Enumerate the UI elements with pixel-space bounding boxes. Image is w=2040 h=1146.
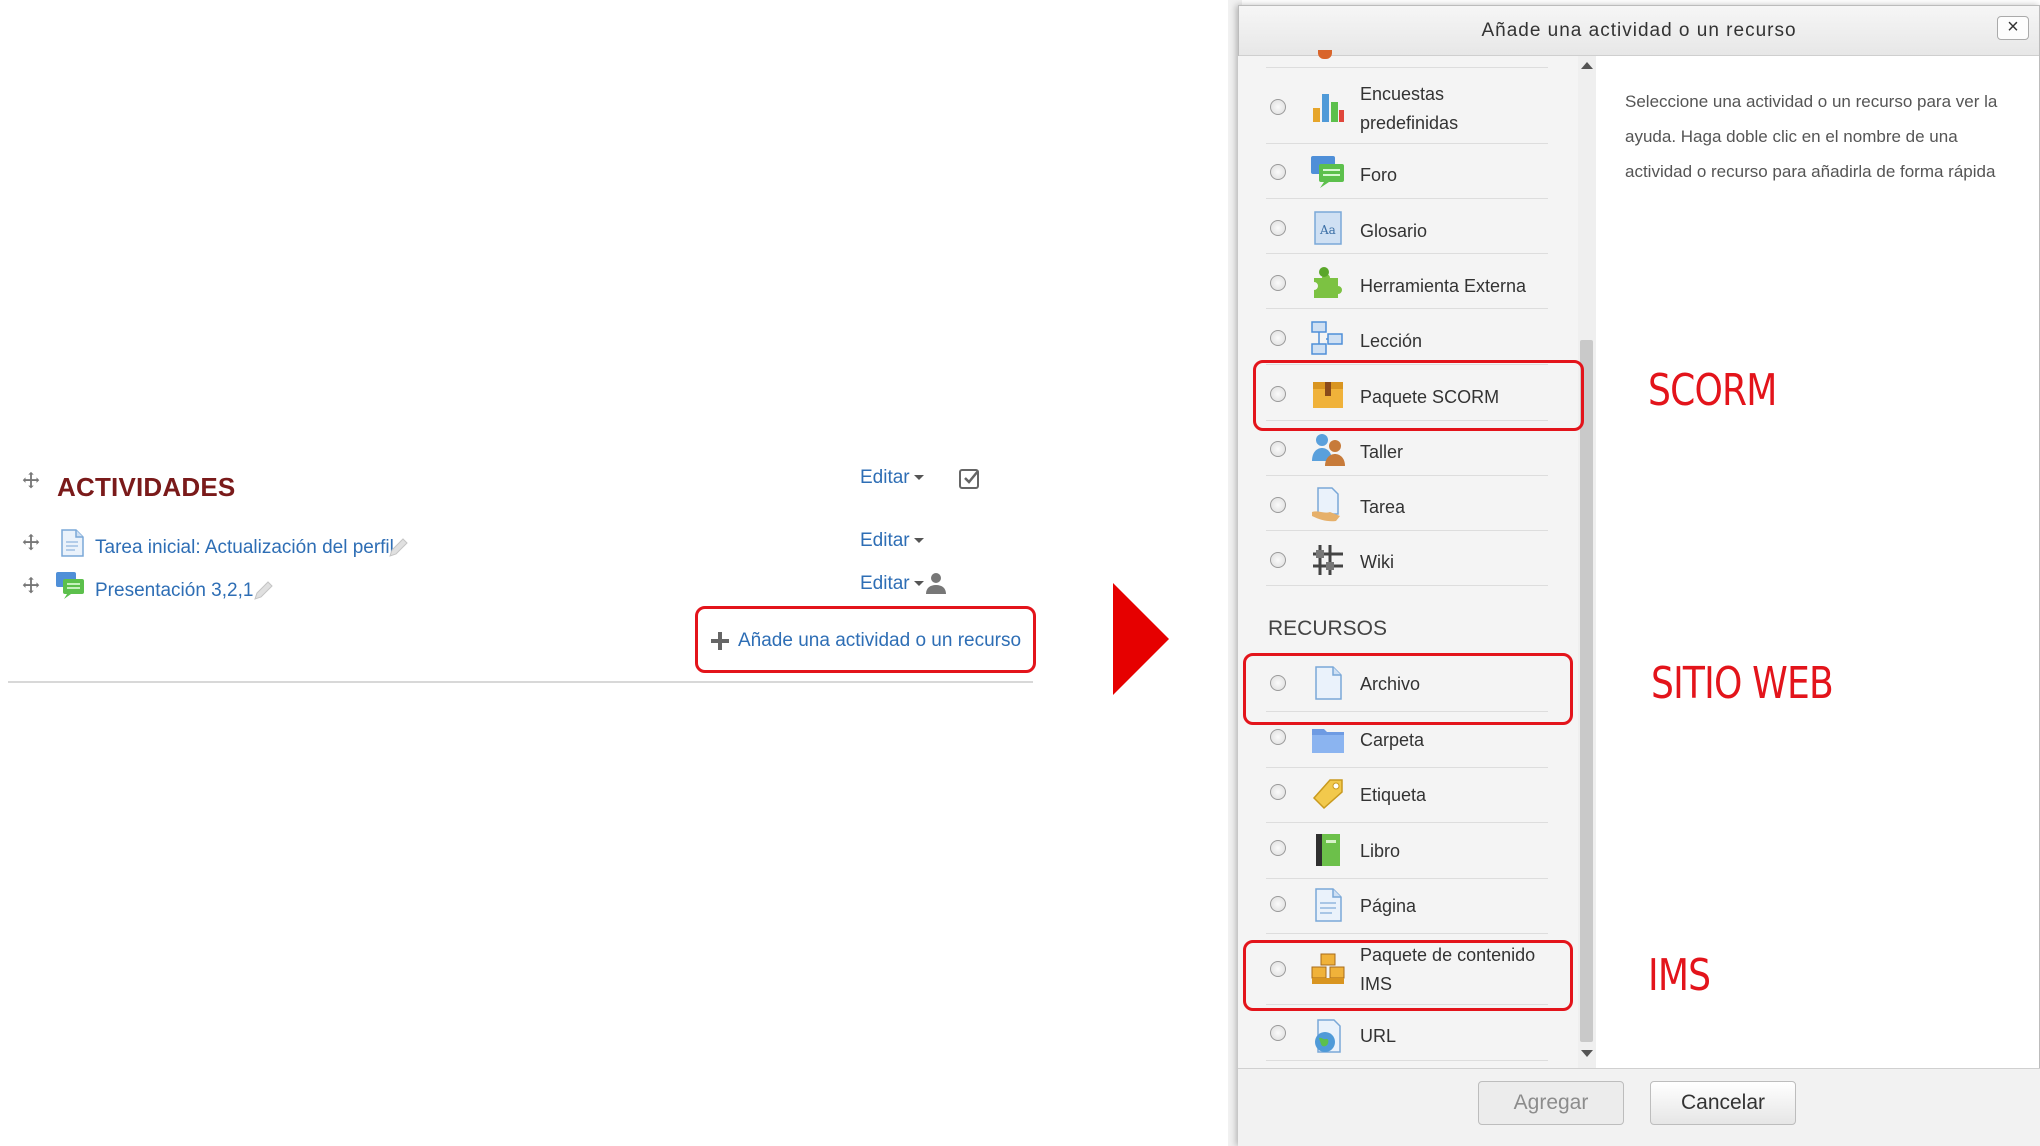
radio-url[interactable] bbox=[1270, 1025, 1286, 1041]
plus-icon bbox=[709, 630, 731, 652]
course-section: ACTIVIDADES Editar Tarea inicial: Actual… bbox=[0, 0, 1060, 1146]
chevron-down-icon bbox=[913, 475, 924, 481]
activity-edit-label: Editar bbox=[860, 573, 910, 594]
option-label: URL bbox=[1360, 1026, 1397, 1046]
right-arrow-icon bbox=[1113, 583, 1169, 695]
move-activity-icon[interactable] bbox=[20, 532, 42, 554]
forum-icon bbox=[55, 570, 85, 600]
chevron-down-icon bbox=[913, 538, 924, 544]
page-icon bbox=[1310, 887, 1346, 923]
option-url[interactable] bbox=[1266, 1005, 1548, 1061]
option-label: Libro bbox=[1360, 841, 1401, 861]
option-label: Etiqueta bbox=[1360, 785, 1427, 805]
ims-highlight bbox=[1243, 940, 1573, 1011]
option-label: Página bbox=[1360, 896, 1417, 916]
resources-heading: RECURSOS bbox=[1268, 617, 1388, 640]
option-foro[interactable] bbox=[1266, 144, 1548, 199]
list-item[interactable] bbox=[1266, 56, 1548, 68]
section-edit-label: Editar bbox=[860, 467, 910, 488]
activity-link[interactable]: Tarea inicial: Actualización del perfil bbox=[95, 537, 394, 559]
file-icon bbox=[57, 528, 87, 558]
add-button[interactable]: Agregar bbox=[1478, 1081, 1624, 1125]
option-label: Herramienta Externa bbox=[1360, 276, 1527, 296]
glossary-icon: Aa bbox=[1310, 210, 1346, 246]
scrollbar-thumb[interactable] bbox=[1580, 340, 1593, 1042]
section-title: ACTIVIDADES bbox=[57, 472, 236, 502]
radio-libro[interactable] bbox=[1270, 840, 1286, 856]
radio-wiki[interactable] bbox=[1270, 552, 1286, 568]
svg-text:Aa: Aa bbox=[1319, 223, 1336, 237]
lesson-icon bbox=[1310, 320, 1346, 356]
section-edit-menu[interactable]: Editar bbox=[860, 467, 924, 489]
scroll-down-icon[interactable] bbox=[1581, 1050, 1593, 1057]
activity-edit-label: Editar bbox=[860, 530, 910, 551]
dialog-title: Añade una actividad o un recurso bbox=[1481, 20, 1797, 41]
survey-chart-icon bbox=[1310, 88, 1346, 124]
option-tarea[interactable] bbox=[1266, 476, 1548, 531]
tag-icon bbox=[1310, 776, 1346, 812]
annotation-sitio-web: SITIO WEB bbox=[1651, 658, 1834, 709]
annotation-ims: IMS bbox=[1648, 950, 1711, 1001]
workshop-icon bbox=[1310, 431, 1346, 467]
annotation-scorm: SCORM bbox=[1648, 365, 1777, 416]
chevron-down-icon bbox=[913, 581, 924, 587]
option-label: Tarea bbox=[1360, 497, 1406, 517]
move-activity-icon[interactable] bbox=[20, 575, 42, 597]
user-icon[interactable] bbox=[924, 571, 948, 595]
radio-leccion[interactable] bbox=[1270, 330, 1286, 346]
help-text: Seleccione una actividad o un recurso pa… bbox=[1625, 92, 1998, 181]
radio-etiqueta[interactable] bbox=[1270, 784, 1286, 800]
activity-edit-menu[interactable]: Editar bbox=[860, 573, 924, 595]
dialog-footer bbox=[1238, 1068, 2040, 1146]
option-label: Encuestas predefinidas bbox=[1360, 84, 1459, 133]
option-label: Wiki bbox=[1360, 552, 1394, 572]
option-label: Foro bbox=[1360, 165, 1398, 185]
assignment-icon bbox=[1310, 486, 1346, 522]
pencil-icon[interactable] bbox=[252, 580, 274, 602]
option-label: Taller bbox=[1360, 442, 1404, 462]
activity-link[interactable]: Presentación 3,2,1 bbox=[95, 580, 253, 602]
scorm-highlight bbox=[1253, 360, 1584, 431]
radio-herramienta-externa[interactable] bbox=[1270, 275, 1286, 291]
book-icon bbox=[1310, 832, 1346, 868]
move-section-icon[interactable] bbox=[20, 470, 42, 492]
option-label: Glosario bbox=[1360, 221, 1428, 241]
option-label: Lección bbox=[1360, 331, 1423, 351]
checkbox-icon[interactable] bbox=[958, 466, 982, 490]
add-activity-link[interactable]: Añade una actividad o un recurso bbox=[738, 630, 1021, 652]
radio-tarea[interactable] bbox=[1270, 497, 1286, 513]
folder-icon bbox=[1310, 721, 1346, 757]
option-libro[interactable] bbox=[1266, 823, 1548, 879]
option-wiki[interactable] bbox=[1266, 531, 1548, 586]
wiki-icon bbox=[1310, 542, 1346, 578]
globe-icon bbox=[1310, 1018, 1346, 1054]
dialog-header: Añade una actividad o un recurso × bbox=[1239, 6, 2039, 56]
forum-icon bbox=[1310, 154, 1346, 190]
radio-carpeta[interactable] bbox=[1270, 729, 1286, 745]
cancel-button[interactable]: Cancelar bbox=[1650, 1081, 1796, 1125]
radio-taller[interactable] bbox=[1270, 441, 1286, 457]
option-label: Carpeta bbox=[1360, 730, 1425, 750]
close-button[interactable]: × bbox=[1997, 16, 2029, 40]
radio-pagina[interactable] bbox=[1270, 896, 1286, 912]
activity-edit-menu[interactable]: Editar bbox=[860, 530, 924, 552]
radio-encuestas[interactable] bbox=[1270, 99, 1286, 115]
radio-glosario[interactable] bbox=[1270, 220, 1286, 236]
section-divider bbox=[8, 681, 1033, 683]
pencil-icon[interactable] bbox=[387, 537, 409, 559]
archivo-highlight bbox=[1243, 653, 1573, 725]
puzzle-icon bbox=[1310, 264, 1346, 300]
scroll-up-icon[interactable] bbox=[1581, 62, 1593, 69]
radio-foro[interactable] bbox=[1270, 164, 1286, 180]
